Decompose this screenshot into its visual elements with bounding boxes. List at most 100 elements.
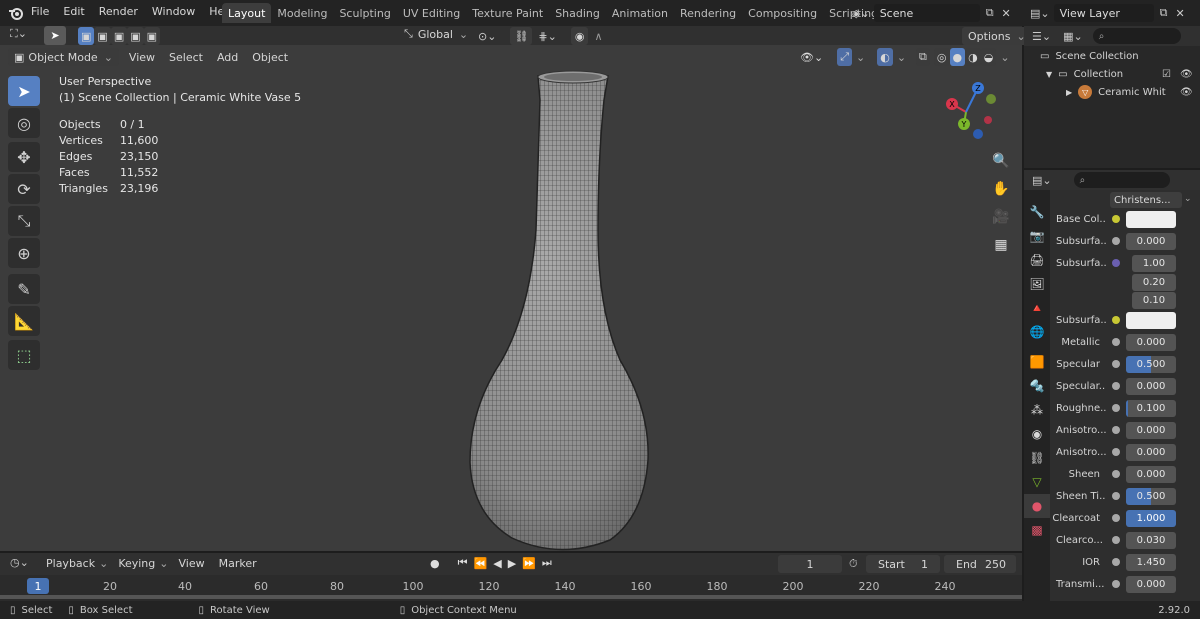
proportional-edit-icon[interactable]: ◉ (570, 27, 589, 45)
constraint-properties-icon[interactable]: ⛓ (1024, 446, 1050, 470)
transform-tool[interactable]: ⊕ (8, 238, 40, 268)
menu-object[interactable]: Object (252, 51, 288, 64)
eye-icon[interactable]: 👁 (1180, 87, 1193, 98)
socket-dot-icon[interactable] (1112, 448, 1120, 456)
outliner-search-input[interactable]: ⌕ (1092, 28, 1181, 44)
clearcoat-field[interactable]: 1.000 (1126, 509, 1176, 527)
view-layer-selector[interactable]: ▤⌄ View Layer ⧉ ✕ (1030, 4, 1185, 22)
3d-viewport[interactable]: ▣ Object Mode ⌄ View Select Add Object 👁… (0, 45, 1022, 551)
timeline-editor-type[interactable]: ◷⌄ (10, 556, 29, 569)
socket-dot-icon[interactable] (1112, 514, 1120, 522)
prev-keyframe-icon[interactable]: ⏪ (474, 557, 488, 570)
clearcoat-roughness-field[interactable]: 0.030 (1126, 531, 1176, 549)
anisotropic-field[interactable]: 0.000 (1126, 421, 1176, 439)
socket-dot-icon[interactable] (1112, 404, 1120, 412)
socket-dot-icon[interactable] (1112, 470, 1120, 478)
annotate-tool[interactable]: ✎ (8, 274, 40, 304)
menu-window[interactable]: Window (152, 5, 195, 18)
delete-view-layer-icon[interactable]: ✕ (1175, 7, 1184, 20)
properties-search-input[interactable]: ⌕ (1073, 172, 1170, 188)
mode-dropdown[interactable]: ▣ Object Mode ⌄ (8, 48, 119, 66)
data-properties-icon[interactable]: ▽ (1024, 470, 1050, 494)
tab-uv-editing[interactable]: UV Editing (397, 3, 466, 23)
snap-target-icon[interactable]: ⋕⌄ (538, 30, 556, 43)
record-icon[interactable]: ● (430, 557, 440, 570)
socket-dot-icon[interactable] (1112, 426, 1120, 434)
copy-scene-icon[interactable]: ⧉ (986, 6, 994, 20)
material-properties-icon[interactable]: ● (1024, 494, 1050, 518)
subsurface-radius-z-field[interactable]: 0.10 (1132, 291, 1176, 309)
particle-properties-icon[interactable]: ⁂ (1024, 398, 1050, 422)
physics-properties-icon[interactable]: ◉ (1024, 422, 1050, 446)
stopwatch-icon[interactable]: ⏱ (849, 557, 858, 571)
options-dropdown[interactable]: Options ⌄ (962, 27, 1032, 45)
menu-view[interactable]: View (129, 51, 155, 64)
transmission-field[interactable]: 0.000 (1126, 575, 1176, 593)
view-layer-properties-icon[interactable]: 🖼 (1024, 272, 1050, 296)
camera-icon[interactable]: 🎥 (988, 204, 1014, 230)
sheen-field[interactable]: 0.000 (1126, 465, 1176, 483)
new-selection-icon[interactable]: ▣ (78, 27, 95, 45)
tab-layout[interactable]: Layout (222, 3, 272, 23)
tab-shading[interactable]: Shading (549, 3, 606, 23)
socket-dot-icon[interactable] (1112, 259, 1120, 267)
chevron-down-icon[interactable]: ⌄ (897, 51, 906, 64)
copy-view-layer-icon[interactable]: ⧉ (1160, 6, 1168, 20)
tool-properties-icon[interactable]: 🔧 (1024, 200, 1050, 224)
menu-edit[interactable]: Edit (63, 5, 84, 18)
socket-dot-icon[interactable] (1112, 316, 1120, 324)
measure-tool[interactable]: 📐 (8, 306, 40, 336)
menu-add[interactable]: Add (217, 51, 238, 64)
delete-scene-icon[interactable]: ✕ (1002, 7, 1011, 20)
display-mode-icon[interactable]: ▦⌄ (1063, 30, 1083, 43)
world-properties-icon[interactable]: 🌐 (1024, 320, 1050, 344)
timeline-scrollbar[interactable] (0, 595, 1022, 599)
transform-orientation[interactable]: ⤡ Global ⌄ (404, 27, 468, 41)
view-layer-name-field[interactable]: View Layer (1053, 4, 1154, 22)
tab-rendering[interactable]: Rendering (674, 3, 742, 23)
render-properties-icon[interactable]: 📷 (1024, 224, 1050, 248)
rotate-tool[interactable]: ⟳ (8, 174, 40, 204)
outliner-object-row[interactable]: ▶ ▽ Ceramic Whit 👁 (1024, 83, 1200, 101)
socket-dot-icon[interactable] (1112, 237, 1120, 245)
socket-dot-icon[interactable] (1112, 580, 1120, 588)
menu-marker[interactable]: Marker (219, 557, 257, 570)
menu-render[interactable]: Render (99, 5, 138, 18)
play-reverse-icon[interactable]: ◀ (493, 557, 501, 570)
socket-dot-icon[interactable] (1112, 338, 1120, 346)
jump-end-icon[interactable]: ⏭ (542, 556, 552, 570)
wireframe-shading-icon[interactable]: ◎ (933, 48, 950, 66)
falloff-icon[interactable]: ∧ (594, 30, 602, 43)
select-tool-button[interactable]: ➤ (44, 26, 66, 45)
outliner-collection[interactable]: ▼ ▭ Collection ☑ 👁 (1024, 65, 1200, 83)
eye-icon[interactable]: 👁 (1180, 69, 1193, 80)
material-shading-icon[interactable]: ◑ (965, 48, 981, 66)
scene-name-field[interactable]: Scene (873, 4, 980, 22)
snap-icon[interactable]: ⛓ (510, 27, 533, 45)
tab-compositing[interactable]: Compositing (742, 3, 823, 23)
properties-editor-icon[interactable]: ▤⌄ (1032, 174, 1052, 187)
expand-chevron-icon[interactable]: ▼ (1046, 70, 1052, 79)
menu-file[interactable]: File (31, 5, 49, 18)
vase-mesh[interactable] (440, 70, 680, 551)
texture-properties-icon[interactable]: ▩ (1024, 518, 1050, 542)
tab-texture-paint[interactable]: Texture Paint (466, 3, 549, 23)
jump-start-icon[interactable]: ⏮ (458, 556, 468, 570)
scene-selector[interactable]: ◈⌄ Scene ⧉ ✕ (852, 4, 1011, 22)
object-properties-icon[interactable]: 🟧 (1024, 350, 1050, 374)
socket-dot-icon[interactable] (1112, 215, 1120, 223)
subsurface-color-swatch[interactable] (1126, 311, 1176, 329)
exclude-checkbox-icon[interactable]: ☑ (1162, 69, 1171, 80)
solid-shading-icon[interactable]: ● (949, 48, 966, 66)
subsurface-radius-x-field[interactable]: 1.00 (1132, 254, 1176, 272)
chevron-down-icon[interactable]: ⌄ (1184, 194, 1192, 204)
chevron-down-icon[interactable]: ⌄ (856, 51, 865, 64)
socket-dot-icon[interactable] (1112, 536, 1120, 544)
blender-logo-icon[interactable] (8, 5, 24, 21)
anisotropic-rotation-field[interactable]: 0.000 (1126, 443, 1176, 461)
grid-perspective-icon[interactable]: ▦ (988, 232, 1014, 258)
menu-timeline-view[interactable]: View (178, 557, 204, 570)
extend-selection-icon[interactable]: ▣ (94, 27, 111, 45)
overlays-toggle-icon[interactable]: ◐ (877, 48, 893, 66)
xray-toggle-icon[interactable]: ⧉ (916, 48, 930, 66)
